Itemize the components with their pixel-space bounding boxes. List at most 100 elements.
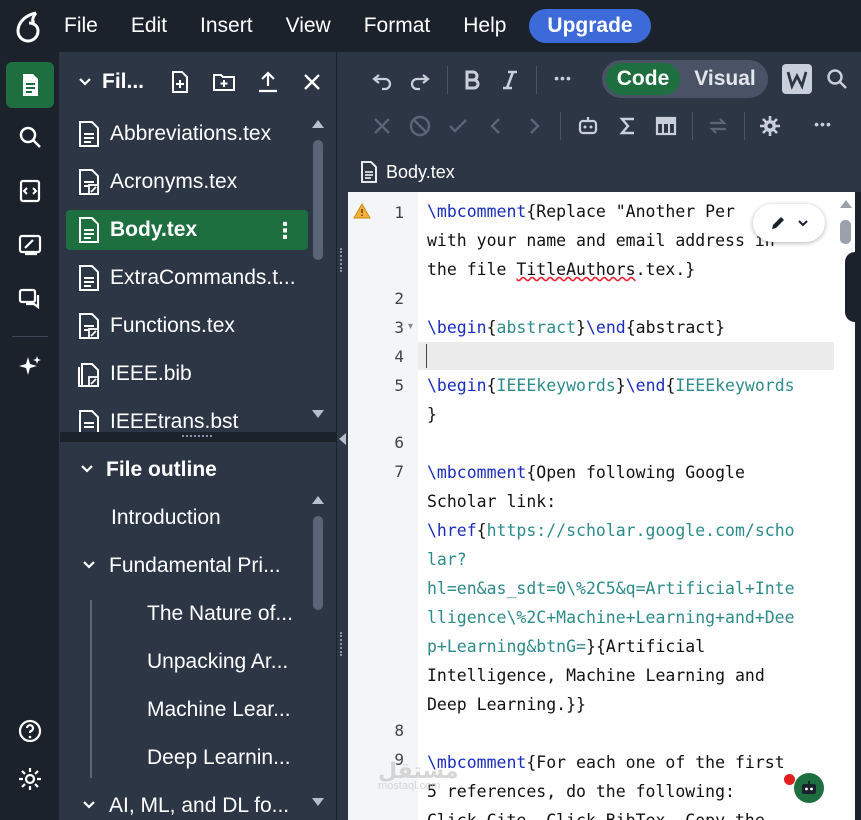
outline-item[interactable]: Machine Lear...: [147, 698, 291, 722]
scroll-thumb[interactable]: [313, 516, 323, 610]
visual-mode-button[interactable]: Visual: [688, 63, 762, 95]
rail-chat-button[interactable]: [6, 276, 54, 322]
editor-settings-button[interactable]: [756, 112, 784, 140]
rail-integrations-button[interactable]: [6, 168, 54, 214]
scroll-up-arrow-icon[interactable]: [312, 120, 324, 128]
scroll-up-arrow-icon[interactable]: [840, 200, 852, 208]
new-file-icon: [172, 71, 188, 93]
ai-assistant-button[interactable]: [574, 112, 602, 140]
file-tree-title: Fil...: [102, 70, 144, 93]
editor-splitter[interactable]: [336, 52, 348, 820]
menu-file[interactable]: File: [64, 14, 98, 38]
new-folder-button[interactable]: [210, 68, 238, 96]
rail-file-tree-button[interactable]: [6, 62, 54, 108]
line-number: 5: [394, 376, 404, 395]
file-item[interactable]: IEEE.bib: [66, 354, 308, 394]
close-icon: [304, 74, 320, 90]
rail-settings-button[interactable]: [6, 756, 54, 802]
line-number: 4: [394, 347, 404, 366]
menu-edit[interactable]: Edit: [131, 14, 167, 38]
file-menu-kebab-icon[interactable]: ⋮: [274, 218, 296, 244]
file-item[interactable]: IEEEtrans.bst: [66, 402, 308, 432]
outline-item-label: AI, ML, and DL fo...: [109, 794, 290, 817]
file-name: ExtraCommands.t...: [110, 266, 296, 289]
file-item[interactable]: Acronyms.tex: [66, 162, 308, 202]
scroll-thumb[interactable]: [313, 140, 323, 260]
file-name: Body.tex: [110, 218, 198, 241]
line-number-gutter: 1 2 3 ▾ 4 5 6 7 8 9: [348, 192, 418, 820]
outline-item-label: Deep Learnin...: [147, 746, 291, 769]
collapse-left-icon[interactable]: [339, 433, 346, 445]
outline-item[interactable]: The Nature of...: [147, 602, 293, 626]
menu-help[interactable]: Help: [463, 14, 506, 38]
table-icon: [655, 116, 677, 136]
scroll-thumb[interactable]: [840, 220, 851, 244]
chevron-down-icon[interactable]: [78, 75, 92, 89]
chat-icon: [18, 288, 40, 310]
reject-button[interactable]: [368, 112, 396, 140]
warning-icon[interactable]: [353, 203, 371, 219]
insert-table-button[interactable]: [652, 112, 680, 140]
undo-button[interactable]: [368, 66, 396, 94]
fold-chevron-icon[interactable]: ▾: [408, 321, 413, 332]
menu-view[interactable]: View: [286, 14, 331, 38]
rail-ai-assist-button[interactable]: [6, 344, 54, 390]
outline-item[interactable]: AI, ML, and DL fo...: [82, 794, 302, 818]
editor-mode-toggle[interactable]: Code Visual: [602, 60, 768, 98]
writefull-button[interactable]: [782, 64, 812, 94]
close-panel-button[interactable]: [298, 68, 326, 96]
code-content[interactable]: \mbcomment{Replace "Another Per with you…: [427, 197, 795, 820]
editor-search-button[interactable]: [822, 64, 852, 94]
outline-scrollbar[interactable]: [310, 490, 326, 816]
bold-button[interactable]: [458, 66, 486, 94]
more-formatting-button[interactable]: •••: [548, 64, 578, 92]
outline-header[interactable]: File outline: [80, 458, 217, 482]
file-item[interactable]: Functions.tex: [66, 306, 308, 346]
next-button[interactable]: [522, 112, 546, 140]
upgrade-button[interactable]: Upgrade: [529, 9, 651, 43]
file-tree-scrollbar[interactable]: [310, 114, 326, 428]
assistant-fab[interactable]: [794, 773, 824, 803]
more-toolbar-button[interactable]: •••: [808, 110, 838, 138]
file-item[interactable]: ExtraCommands.t...: [66, 258, 308, 298]
new-file-button[interactable]: [166, 68, 194, 96]
upload-button[interactable]: [254, 68, 282, 96]
menu-format[interactable]: Format: [364, 14, 431, 38]
scroll-up-arrow-icon[interactable]: [312, 496, 324, 504]
panel-splitter[interactable]: [60, 432, 336, 442]
rail-review-button[interactable]: [6, 222, 54, 268]
rail-help-button[interactable]: [6, 708, 54, 754]
scroll-down-arrow-icon[interactable]: [312, 798, 324, 806]
outline-item-label: Fundamental Pri...: [109, 554, 281, 577]
document-icon: [79, 265, 99, 291]
scroll-down-arrow-icon[interactable]: [312, 410, 324, 418]
overleaf-logo-icon[interactable]: [12, 9, 46, 43]
insert-math-button[interactable]: [614, 112, 642, 140]
italic-button[interactable]: [496, 66, 524, 94]
file-item[interactable]: Abbreviations.tex: [66, 114, 308, 154]
outline-item[interactable]: Introduction: [111, 506, 221, 530]
file-name: Acronyms.tex: [110, 170, 238, 193]
outline-item[interactable]: Unpacking Ar...: [147, 650, 288, 674]
redo-button[interactable]: [406, 66, 434, 94]
rail-divider: [12, 336, 48, 337]
ignore-button[interactable]: [406, 112, 434, 140]
left-rail: [0, 52, 60, 820]
code-editor[interactable]: 1 2 3 ▾ 4 5 6 7 8 9 \mbcomment{Replace "…: [348, 192, 855, 820]
accept-button[interactable]: [444, 112, 472, 140]
previous-button[interactable]: [484, 112, 508, 140]
edit-mode-dropdown[interactable]: [753, 204, 825, 242]
outline-item[interactable]: Deep Learnin...: [147, 746, 291, 770]
outline-item[interactable]: Fundamental Pri...: [82, 554, 302, 578]
menu-bar: File Edit Insert View Format Help Upgrad…: [0, 0, 861, 52]
file-name: IEEEtrans.bst: [110, 410, 239, 432]
rail-search-button[interactable]: [6, 114, 54, 160]
menu-insert[interactable]: Insert: [200, 14, 253, 38]
open-file-tab[interactable]: Body.tex: [348, 152, 861, 192]
chevron-right-icon: [530, 118, 540, 134]
file-item-active[interactable]: Body.tex ⋮: [66, 210, 308, 250]
sync-button[interactable]: [704, 112, 732, 140]
chevron-down-icon: [81, 465, 93, 473]
review-panel-toggle[interactable]: [845, 252, 861, 322]
code-mode-button[interactable]: Code: [606, 63, 680, 95]
